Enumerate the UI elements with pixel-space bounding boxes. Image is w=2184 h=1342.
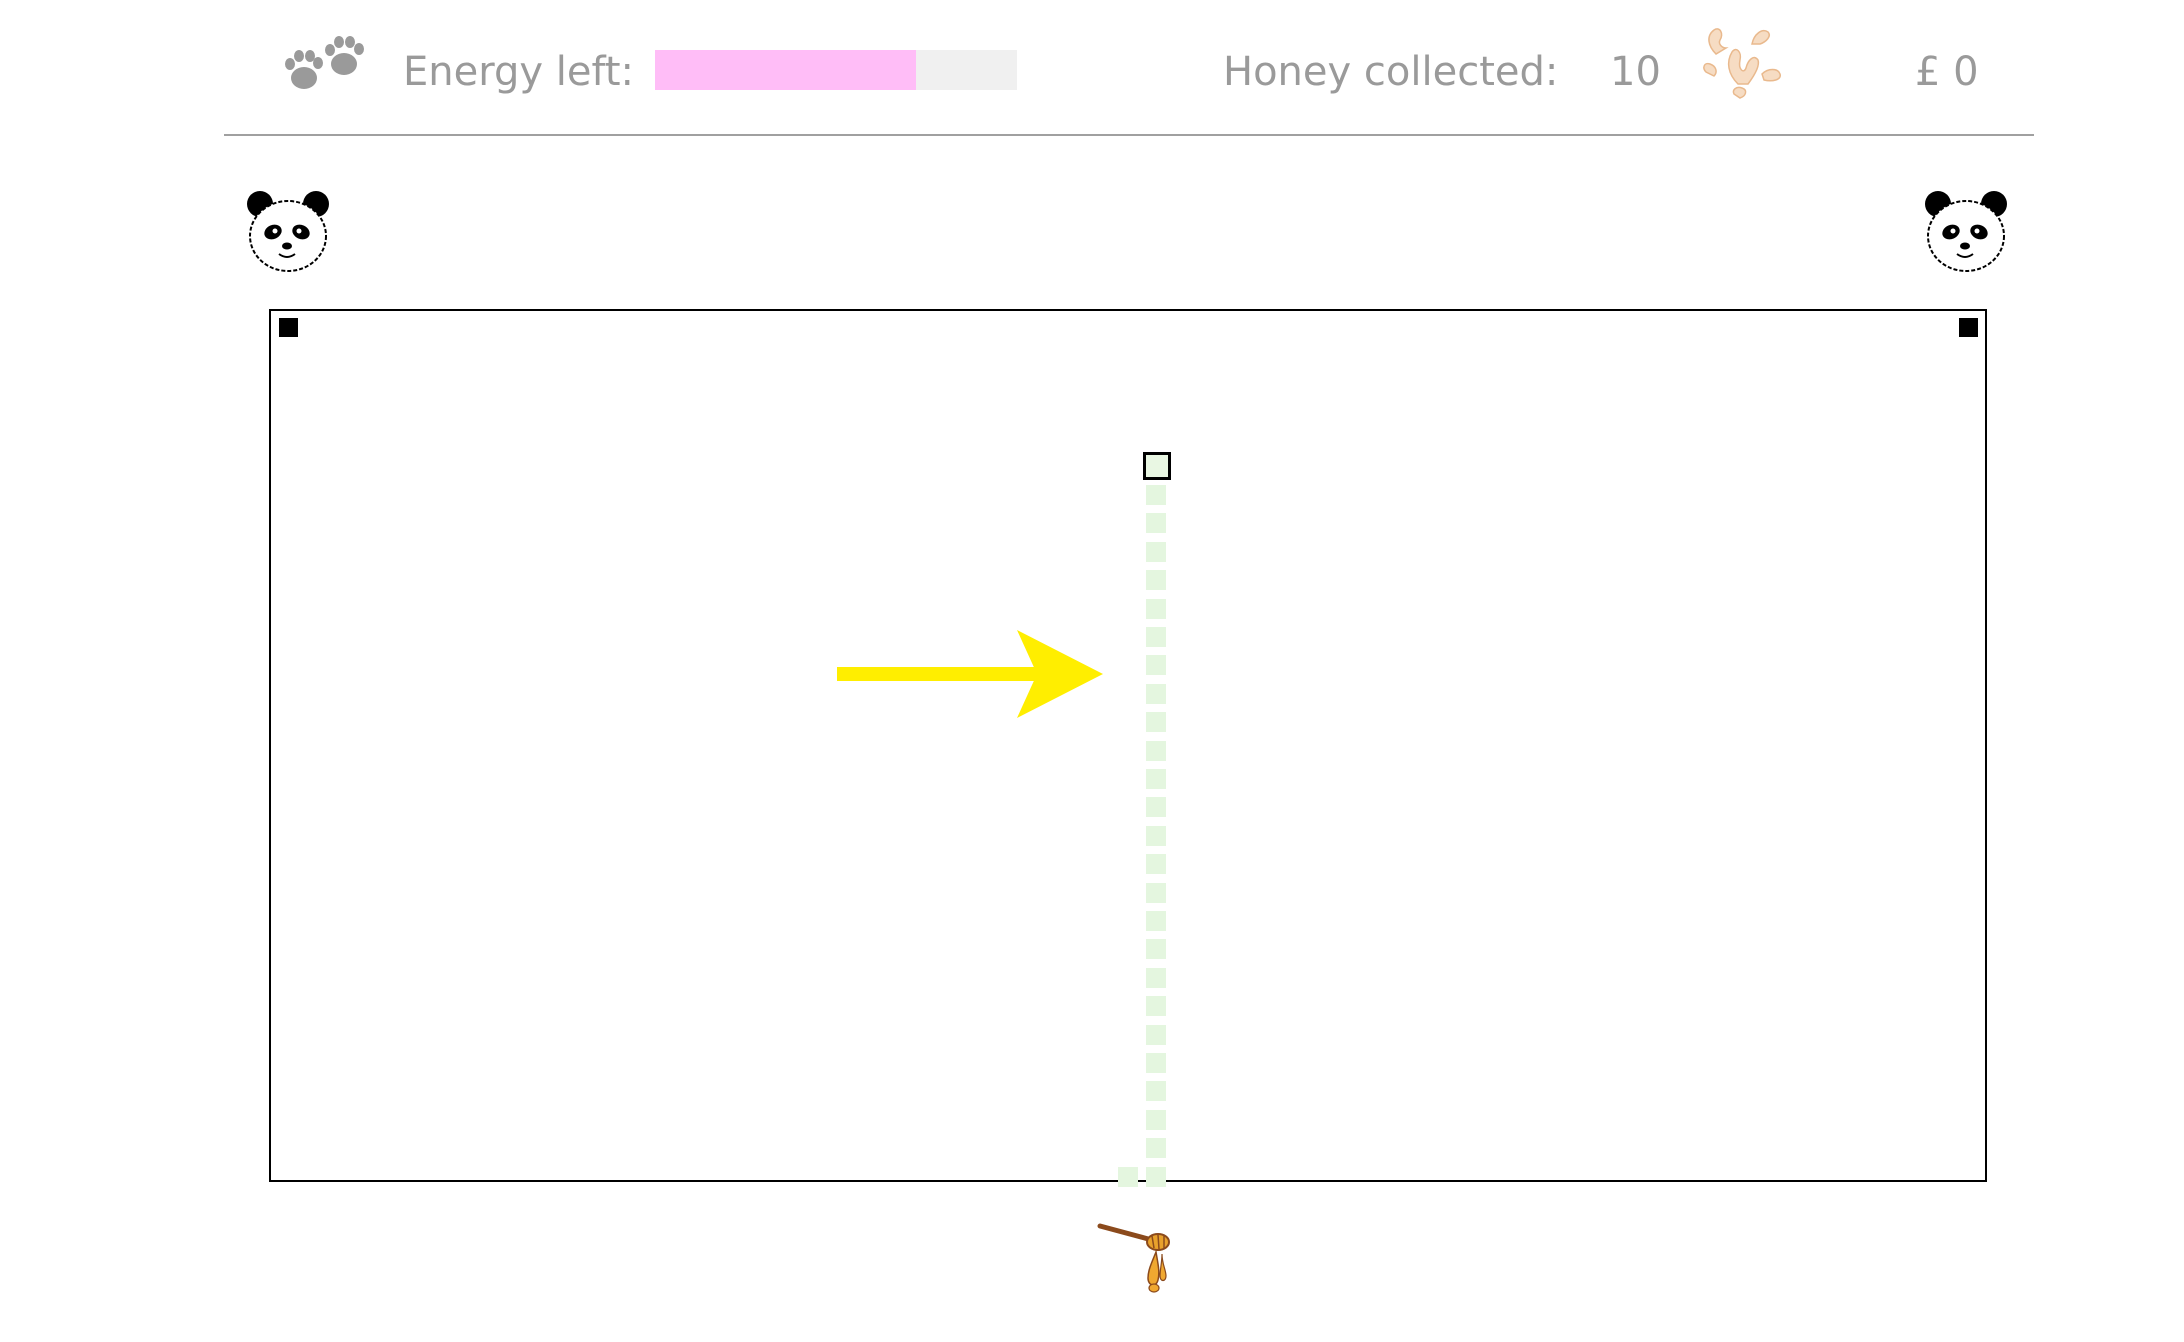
honey-collected-label: Honey collected: <box>1223 49 1559 95</box>
header-divider <box>224 134 2034 136</box>
honey-splash-icon <box>1703 28 1781 99</box>
money-display: £ 0 <box>1915 49 1979 95</box>
energy-bar-fill <box>655 50 916 90</box>
trail-dot <box>1146 911 1166 931</box>
honey-dipper-icon <box>1097 1223 1170 1293</box>
trail-dot <box>1146 854 1166 874</box>
energy-bar <box>655 50 1017 90</box>
trail-dot <box>1146 1053 1166 1073</box>
honey-collected-count: 10 <box>1610 49 1661 95</box>
panda-icon <box>247 191 329 272</box>
trail-dot <box>1146 599 1166 619</box>
trail-dot <box>1146 996 1166 1016</box>
game-header: Energy left: Honey collected: 10 £ 0 <box>0 0 2184 140</box>
panda-icon <box>1925 191 2007 272</box>
corner-marker-top-right <box>1959 318 1978 337</box>
trail-dot <box>1146 627 1166 647</box>
trail-dot <box>1146 1167 1166 1187</box>
trail-dot <box>1146 655 1166 675</box>
energy-label: Energy left: <box>403 49 635 95</box>
corner-marker-top-left <box>279 318 298 337</box>
trail-dot <box>1146 513 1166 533</box>
trail-dot <box>1146 542 1166 562</box>
trail-dot <box>1146 712 1166 732</box>
trail-dot <box>1146 1110 1166 1130</box>
paws-icon <box>285 36 364 89</box>
trail-dot <box>1146 1081 1166 1101</box>
trail-dot <box>1146 939 1166 959</box>
arrow-right-icon <box>837 630 1103 718</box>
trail-dot <box>1146 883 1166 903</box>
trail-dot <box>1146 741 1166 761</box>
trail-dot <box>1146 1138 1166 1158</box>
game-board[interactable] <box>269 309 1987 1187</box>
trail-dot <box>1146 769 1166 789</box>
trail-dot <box>1146 485 1166 505</box>
trail-dot <box>1146 826 1166 846</box>
trail-dot <box>1146 968 1166 988</box>
trail-dot <box>1146 684 1166 704</box>
trail-dot <box>1146 570 1166 590</box>
trail-dot <box>1146 1025 1166 1045</box>
trail-dot <box>1118 1167 1138 1187</box>
target-square[interactable] <box>1143 452 1171 480</box>
trail-dot <box>1146 797 1166 817</box>
